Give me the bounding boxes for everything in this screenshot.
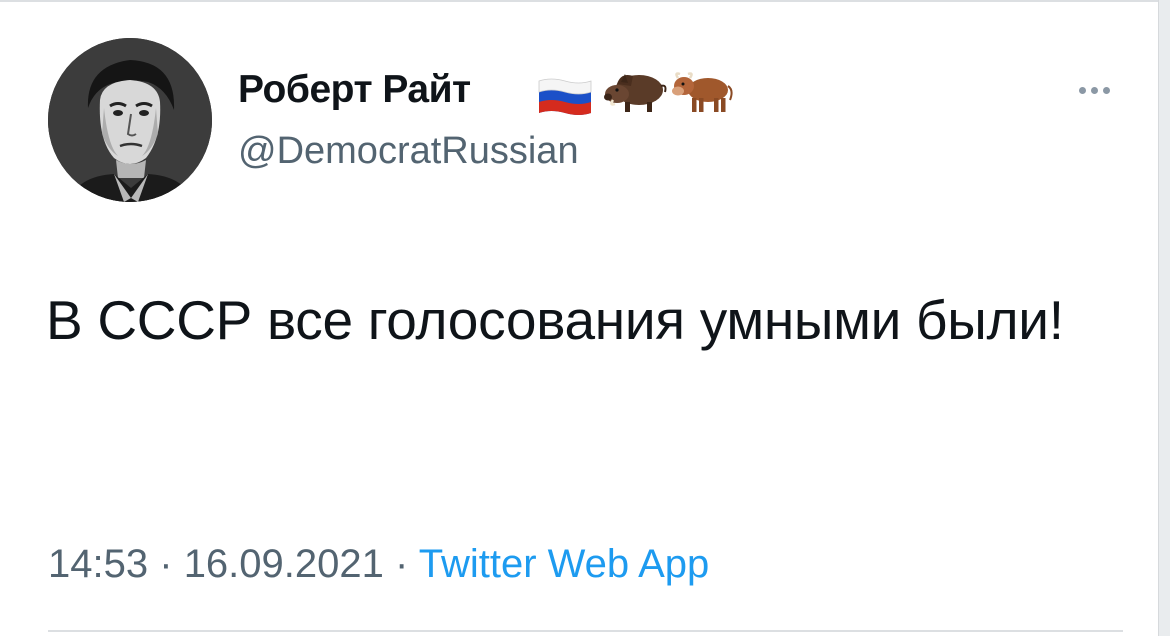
boar-icon xyxy=(604,74,667,112)
tweet-text: В СССР все голосования умными были! xyxy=(46,289,1064,351)
more-options-button[interactable] xyxy=(1068,78,1120,102)
russia-flag-icon xyxy=(538,78,592,115)
author-handle[interactable]: @DemocratRussian xyxy=(238,128,579,174)
tweet-time[interactable]: 14:53 xyxy=(48,542,148,586)
more-dot-icon xyxy=(1078,86,1086,94)
top-divider xyxy=(0,0,1170,2)
tweet-date[interactable]: 16.09.2021 xyxy=(184,542,384,586)
scrollbar[interactable] xyxy=(1158,0,1170,636)
meta-separator: · xyxy=(395,542,409,586)
tweet-meta: 14:53 · 16.09.2021 · Twitter Web App xyxy=(48,538,709,590)
meta-separator: · xyxy=(159,542,173,586)
ox-icon xyxy=(672,72,733,112)
bottom-divider xyxy=(48,630,1123,632)
avatar[interactable] xyxy=(48,38,212,202)
more-dot-icon xyxy=(1102,86,1110,94)
author-display-name[interactable]: Роберт Райт xyxy=(238,66,471,114)
avatar-portrait-icon xyxy=(48,38,212,202)
more-dot-icon xyxy=(1090,86,1098,94)
tweet-source-link[interactable]: Twitter Web App xyxy=(419,542,710,586)
